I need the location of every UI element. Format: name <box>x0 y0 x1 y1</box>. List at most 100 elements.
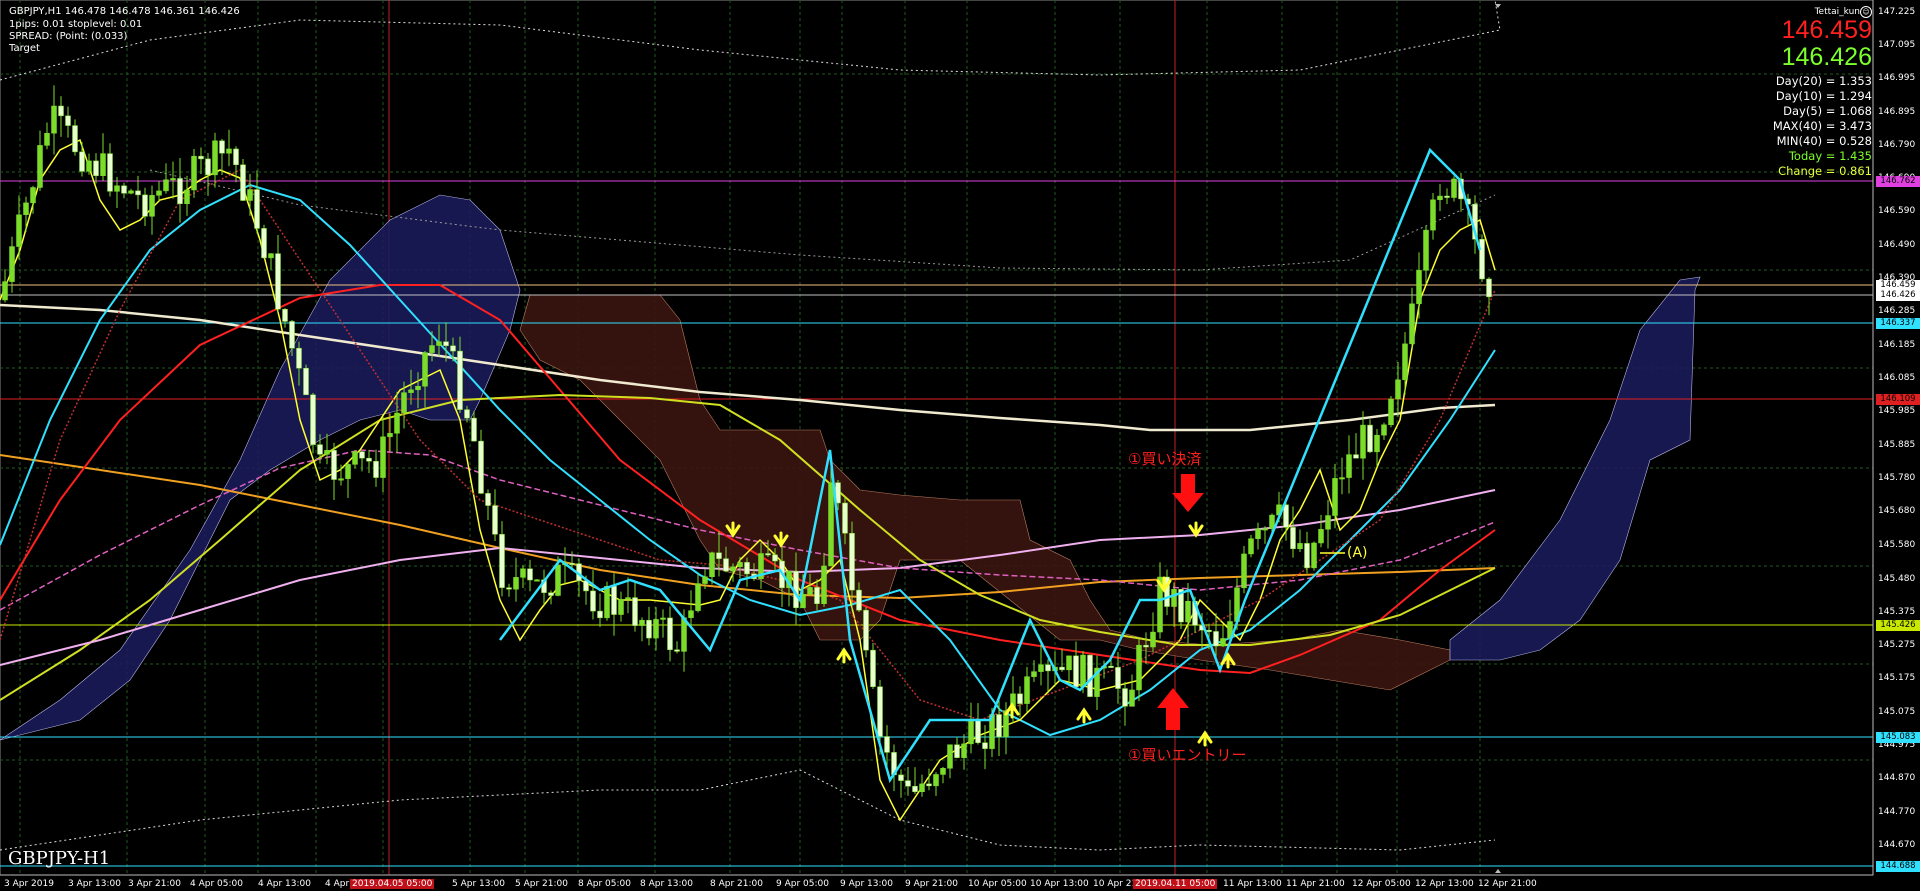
entry-annotation: ①買いエントリー <box>1128 746 1247 764</box>
price-tag: 146.109 <box>1876 394 1920 405</box>
price-axis-tick: 146.895 <box>1878 107 1916 117</box>
candle-bull <box>1430 199 1436 231</box>
candle-bull <box>422 352 428 387</box>
candle-bear <box>317 444 323 455</box>
candle-bull <box>821 565 827 604</box>
candle-bear <box>233 148 239 166</box>
candle-bear <box>1073 655 1079 688</box>
candle-bear <box>506 587 512 590</box>
candle-bear <box>1045 664 1051 672</box>
candle-bear <box>310 394 316 445</box>
stat-line: Day(20) = 1.353 <box>1775 74 1872 88</box>
candle-bull <box>1024 676 1030 704</box>
candle-bull <box>2 281 8 301</box>
time-axis-tick: 3 Apr 2019 <box>4 879 54 889</box>
candle-bull <box>23 202 29 215</box>
candle-bear <box>79 151 85 172</box>
candle-bull <box>51 105 57 134</box>
time-axis-tick: 8 Apr 05:00 <box>578 879 631 889</box>
time-axis-tick: 4 Apr <box>325 879 350 889</box>
price-axis-tick: 144.870 <box>1878 773 1916 783</box>
candle-bull <box>1332 478 1338 516</box>
candle-bear <box>254 189 260 229</box>
candle-bear <box>289 321 295 349</box>
candle-bull <box>387 433 393 438</box>
candle-bear <box>135 190 141 196</box>
candle-bear <box>261 228 267 259</box>
candle-bear <box>884 736 890 753</box>
candle-bear <box>870 649 876 687</box>
candle-bull <box>345 464 351 479</box>
candle-bull <box>1325 515 1331 530</box>
price-axis-tick: 145.780 <box>1878 473 1916 483</box>
price-axis-tick: 146.185 <box>1878 340 1916 350</box>
stat-line: Change = 0.861 <box>1778 164 1872 178</box>
candle-bull <box>1346 454 1352 478</box>
candle-bull <box>1241 553 1247 589</box>
candle-bull <box>1451 178 1457 198</box>
price-axis-tick: 146.790 <box>1878 140 1916 150</box>
stat-line: Today = 1.435 <box>1788 149 1872 163</box>
candle-bear <box>1486 278 1492 298</box>
candle-bear <box>205 158 211 176</box>
candle-bull <box>1318 529 1324 544</box>
candle-bull <box>212 140 218 176</box>
time-axis-tick: 3 Apr 21:00 <box>128 879 181 889</box>
price-axis-tick: 145.375 <box>1878 607 1916 617</box>
candle-bear <box>674 649 680 652</box>
candle-bear <box>142 194 148 217</box>
time-axis-tick: 12 Apr 13:00 <box>1415 879 1474 889</box>
price-axis-tick: 146.285 <box>1878 306 1916 316</box>
candle-bull <box>394 412 400 434</box>
candle-bear <box>1122 688 1128 707</box>
price-axis-tick: 145.985 <box>1878 406 1916 416</box>
price-axis-tick: 146.490 <box>1878 240 1916 250</box>
zigzag-line <box>499 147 1482 783</box>
candle-bull <box>940 768 946 775</box>
candle-bear <box>856 589 862 611</box>
candle-bull <box>226 148 232 154</box>
price-chart[interactable] <box>0 0 1920 891</box>
candle-bear <box>597 610 603 619</box>
candle-bear <box>975 719 981 743</box>
time-axis-tick: 2019.04.11 05:00 <box>1133 879 1218 889</box>
price-tag: 144.688 <box>1876 861 1920 872</box>
candle-bear <box>1213 631 1219 647</box>
sell-signal-arrow <box>1188 521 1204 538</box>
candle-bull <box>1423 229 1429 271</box>
candle-bull <box>828 482 834 567</box>
candle-bull <box>919 783 925 793</box>
candle-bear <box>716 552 722 559</box>
candle-bull <box>1311 542 1317 569</box>
candle-bear <box>485 493 491 506</box>
candle-bear <box>842 502 848 534</box>
candle-bear <box>296 347 302 369</box>
candle-bull <box>730 566 736 572</box>
buy-signal-arrow <box>1076 707 1092 724</box>
candle-bull <box>247 189 253 201</box>
candle-bear <box>877 686 883 737</box>
candle-bull <box>1437 195 1443 201</box>
candle-bull <box>114 185 120 192</box>
price-tag: 146.337 <box>1876 318 1920 329</box>
price-axis-tick: 146.085 <box>1878 373 1916 383</box>
candle-bull <box>1066 655 1072 671</box>
candle-bear <box>331 450 337 480</box>
candle-bull <box>961 743 967 758</box>
candle-bull <box>604 585 610 619</box>
candle-bull <box>1136 644 1142 691</box>
candle-bull <box>170 178 176 181</box>
time-axis-tick: 9 Apr 05:00 <box>776 879 829 889</box>
candle-bear <box>744 562 750 575</box>
candle-bull <box>1402 343 1408 381</box>
buy-signal-arrow <box>836 647 852 664</box>
candle-bull <box>436 341 442 346</box>
candle-bull <box>807 587 813 595</box>
candle-bull <box>1038 664 1044 672</box>
candle-bull <box>1080 654 1086 688</box>
candle-bull <box>1381 424 1387 436</box>
time-axis-tick: 4 Apr 05:00 <box>190 879 243 889</box>
candle-bear <box>464 409 470 419</box>
candle-bull <box>156 190 162 196</box>
price-axis-tick: 145.885 <box>1878 440 1916 450</box>
